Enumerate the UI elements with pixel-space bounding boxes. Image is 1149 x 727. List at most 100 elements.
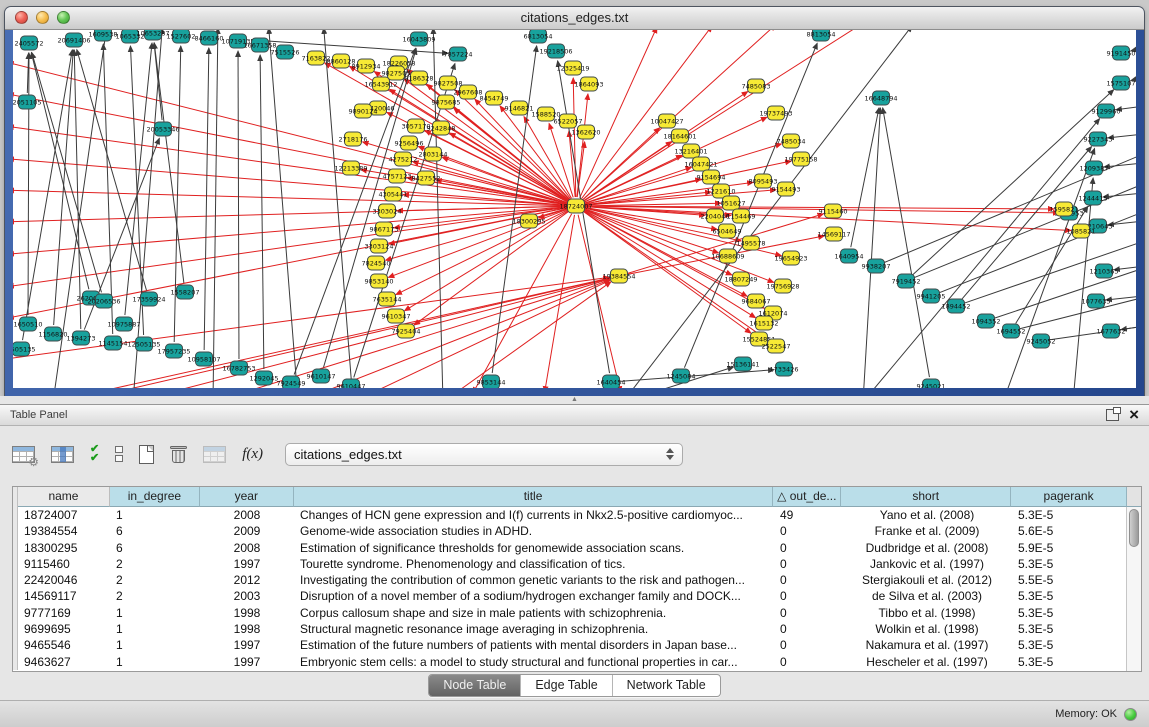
graph-edge[interactable] <box>306 280 609 388</box>
table-cell[interactable]: 1998 <box>200 621 294 637</box>
table-cell[interactable]: Corpus callosum shape and size in male p… <box>294 605 774 621</box>
graph-edge[interactable] <box>260 55 264 369</box>
table-cell[interactable]: 2 <box>110 572 200 588</box>
table-cell[interactable]: 6 <box>110 540 200 556</box>
table-cell[interactable]: 0 <box>774 523 842 539</box>
graph-edge[interactable] <box>213 30 218 388</box>
vertical-scrollbar[interactable] <box>1126 507 1141 671</box>
graph-edge[interactable] <box>125 43 152 315</box>
graph-edge[interactable] <box>577 94 588 197</box>
scrollbar-thumb[interactable] <box>1129 509 1139 547</box>
table-cell[interactable]: Tourette syndrome. Phenomenology and cla… <box>294 556 774 572</box>
table-cell[interactable]: 9465546 <box>18 637 110 653</box>
table-cell[interactable]: 1997 <box>200 654 294 670</box>
table-cell[interactable]: 2012 <box>200 572 294 588</box>
table-cell[interactable]: 2 <box>110 556 200 572</box>
table-cell[interactable]: 5.3E-5 <box>1012 637 1128 653</box>
table-cell[interactable]: 1 <box>110 605 200 621</box>
column-header-out-de-[interactable]: △ out_de... <box>773 487 841 507</box>
table-cell[interactable]: 6 <box>110 523 200 539</box>
table-row[interactable]: 969969511998Structural magnetic resonanc… <box>13 621 1141 637</box>
graph-edge[interactable] <box>324 30 353 388</box>
table-cell[interactable]: 5.3E-5 <box>1012 507 1128 523</box>
table-cell[interactable]: 2009 <box>200 523 294 539</box>
table-cell[interactable]: 0 <box>774 556 842 572</box>
table-cell[interactable]: 5.5E-5 <box>1012 572 1128 588</box>
table-cell[interactable]: 5.3E-5 <box>1012 556 1128 572</box>
table-cell[interactable]: 2008 <box>200 507 294 523</box>
table-cell[interactable]: 2003 <box>200 588 294 604</box>
table-cell[interactable]: 0 <box>774 654 842 670</box>
table-row[interactable]: 911546021997Tourette syndrome. Phenomeno… <box>13 556 1141 572</box>
table-row[interactable]: 977716911998Corpus callosum shape and si… <box>13 605 1141 621</box>
float-panel-icon[interactable] <box>1106 409 1119 421</box>
table-cell[interactable]: Franke et al. (2009) <box>842 523 1012 539</box>
table-cell[interactable]: 5.3E-5 <box>1012 654 1128 670</box>
table-selector-dropdown[interactable]: citations_edges.txt <box>285 443 683 466</box>
graph-edge[interactable] <box>545 215 575 388</box>
rows-icon[interactable] <box>115 446 123 462</box>
graph-edge[interactable] <box>578 215 621 388</box>
table-row[interactable]: 946362711997Embryonic stem cells: a mode… <box>13 654 1141 670</box>
table-cell[interactable]: 5.3E-5 <box>1012 605 1128 621</box>
table-cell[interactable]: 2008 <box>200 540 294 556</box>
table-cell[interactable]: Disruption of a novel member of a sodium… <box>294 588 774 604</box>
column-header-pagerank[interactable]: pagerank <box>1011 487 1127 507</box>
graph-edge[interactable] <box>238 51 239 359</box>
close-icon[interactable]: × <box>1129 408 1139 422</box>
table-cell[interactable]: 0 <box>774 605 842 621</box>
table-cell[interactable]: 9115460 <box>18 556 110 572</box>
graph-edge[interactable] <box>995 268 1136 318</box>
column-header-year[interactable]: year <box>200 487 294 507</box>
table-cell[interactable]: de Silva et al. (2003) <box>842 588 1012 604</box>
citation-network-graph[interactable]: 2405572206914061609538106533210653287152… <box>13 30 1136 388</box>
graph-edge[interactable] <box>524 117 571 199</box>
table-cell[interactable]: 14569117 <box>18 588 110 604</box>
function-icon[interactable]: f(x) <box>242 446 263 463</box>
graph-edge[interactable] <box>1006 148 1095 388</box>
table-row[interactable]: 1872400712008Changes of HCN gene express… <box>13 507 1141 523</box>
table-cell[interactable]: 1997 <box>200 556 294 572</box>
table-cell[interactable]: 19384554 <box>18 523 110 539</box>
table-cell[interactable]: 0 <box>774 588 842 604</box>
table-cell[interactable]: Embryonic stem cells: a model to study s… <box>294 654 774 670</box>
table-cell[interactable]: Yano et al. (2008) <box>842 507 1012 523</box>
table-cell[interactable]: 0 <box>774 621 842 637</box>
new-document-icon[interactable] <box>139 445 154 464</box>
table-cell[interactable]: 5.3E-5 <box>1012 621 1128 637</box>
table-cell[interactable]: 5.3E-5 <box>1012 588 1128 604</box>
table-cell[interactable]: Genome-wide association studies in ADHD. <box>294 523 774 539</box>
table-settings-icon[interactable] <box>12 446 35 463</box>
table-row[interactable]: 946554611997Estimation of the future num… <box>13 637 1141 653</box>
select-rows-icon[interactable]: ✔✔ <box>90 445 99 463</box>
table-cell[interactable]: Structural magnetic resonance image aver… <box>294 621 774 637</box>
network-graph-canvas[interactable]: 2405572206914061609538106533210653287152… <box>13 30 1136 388</box>
table-cell[interactable]: 2 <box>110 588 200 604</box>
table-cell[interactable]: Investigating the contribution of common… <box>294 572 774 588</box>
tab-edge-table[interactable]: Edge Table <box>520 675 611 696</box>
table-cell[interactable]: 1 <box>110 621 200 637</box>
graph-edge[interactable] <box>1020 297 1136 328</box>
table-row[interactable]: 1456911722003Disruption of a novel membe… <box>13 588 1141 604</box>
graph-edge[interactable] <box>869 119 1100 388</box>
table-cell[interactable]: 9463627 <box>18 654 110 670</box>
table-cell[interactable]: 1 <box>110 654 200 670</box>
window-titlebar[interactable]: citations_edges.txt <box>5 7 1144 30</box>
graph-edge[interactable] <box>204 48 209 350</box>
table-cell[interactable]: 1997 <box>200 637 294 653</box>
table-cell[interactable]: Changes of HCN gene expression and I(f) … <box>294 507 774 523</box>
graph-edge[interactable] <box>585 192 711 205</box>
table-cell[interactable]: Dudbridge et al. (2008) <box>842 540 1012 556</box>
table-row[interactable]: 1938455462009Genome-wide association stu… <box>13 523 1141 539</box>
column-header-short[interactable]: short <box>841 487 1011 507</box>
column-header-title[interactable]: title <box>294 487 774 507</box>
table-cell[interactable]: Jankovic et al. (1997) <box>842 556 1012 572</box>
table-cell[interactable]: 0 <box>774 540 842 556</box>
graph-edge[interactable] <box>883 108 930 377</box>
table-cell[interactable]: 0 <box>774 637 842 653</box>
graph-edge[interactable] <box>450 282 611 388</box>
graph-edge[interactable] <box>386 208 568 260</box>
table-cell[interactable]: 9777169 <box>18 605 110 621</box>
select-column-icon[interactable] <box>51 446 74 463</box>
graph-edge[interactable] <box>28 53 29 315</box>
